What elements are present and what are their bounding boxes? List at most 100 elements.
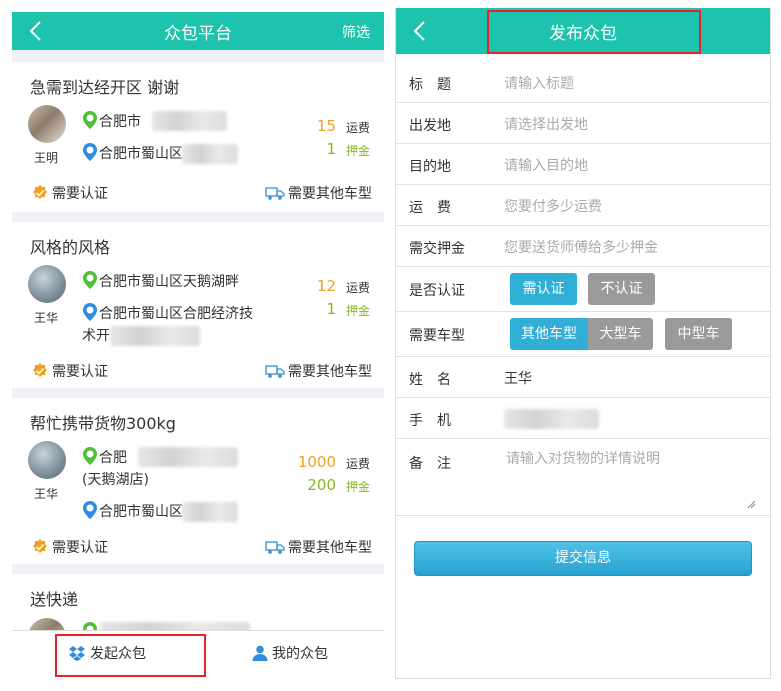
deposit-row: 需交押金 您要送货师傅给多少押金 xyxy=(396,226,770,267)
note-label: 备 注 xyxy=(409,456,451,472)
deposit-value: 1 xyxy=(326,300,336,318)
verified-icon xyxy=(33,363,47,377)
note-row: 备 注 请输入对货物的详情说明 xyxy=(396,439,770,516)
auth-badge: 需要认证 xyxy=(32,537,108,557)
car-type: 需要其他车型 xyxy=(265,183,372,203)
my-crowdsource-button[interactable]: 我的众包 xyxy=(252,643,328,663)
truck-icon xyxy=(265,541,285,554)
destination-location: 合肥市蜀山区 xyxy=(99,504,183,520)
car-medium-option[interactable]: 中型车 xyxy=(665,318,732,350)
user-icon xyxy=(252,645,268,661)
back-icon[interactable] xyxy=(410,19,432,43)
car-type-label: 需要其他车型 xyxy=(288,364,372,380)
destination-pin-icon xyxy=(83,303,97,321)
destination-pin-icon xyxy=(83,501,97,519)
auth-label: 需要认证 xyxy=(52,540,108,556)
task-card[interactable]: 急需到达经开区 谢谢 王明 合肥市 合肥市蜀山区 15 运费 1 押金 需要认证… xyxy=(12,62,384,212)
car-large-option[interactable]: 大型车 xyxy=(588,318,653,350)
verified-icon xyxy=(33,539,47,553)
task-card[interactable]: 风格的风格 王华 合肥市蜀山区天鹅湖畔 合肥市蜀山区合肥经济技 术开 12 运费… xyxy=(12,222,384,388)
back-icon[interactable] xyxy=(26,19,48,43)
auth-not-required-option[interactable]: 不认证 xyxy=(588,273,655,305)
destination-location: 合肥市蜀山区合肥经济技 xyxy=(99,306,253,322)
task-title: 送快递 xyxy=(30,590,79,609)
task-card[interactable]: 帮忙携带货物300kg 王华 合肥 (天鹅湖店) 合肥市蜀山区 1000 运费 … xyxy=(12,398,384,564)
page-title: 众包平台 xyxy=(164,23,232,44)
user-name: 王华 xyxy=(34,311,59,325)
deposit-unit: 押金 xyxy=(345,480,370,494)
crowdsource-list-screen: 众包平台 筛选 急需到达经开区 谢谢 王明 合肥市 合肥市蜀山区 15 运费 1… xyxy=(12,12,384,678)
car-type-row: 需要车型 其他车型 大型车 中型车 xyxy=(396,312,770,357)
note-textarea[interactable]: 请输入对货物的详情说明 xyxy=(506,448,660,468)
avatar xyxy=(28,265,66,303)
auth-row: 是否认证 需认证 不认证 xyxy=(396,267,770,312)
origin-pin-icon xyxy=(83,447,97,465)
origin-location: 合肥市蜀山区天鹅湖畔 xyxy=(99,274,239,290)
task-card[interactable]: 送快递 xyxy=(12,574,384,656)
task-title: 急需到达经开区 谢谢 xyxy=(30,78,180,97)
deposit-value: 1 xyxy=(326,140,336,158)
submit-button[interactable]: 提交信息 xyxy=(414,541,752,576)
avatar xyxy=(28,441,66,479)
blurred-address xyxy=(182,502,238,522)
car-type-label: 需要其他车型 xyxy=(288,186,372,202)
destination-location: 合肥市蜀山区 xyxy=(99,146,183,162)
origin-row: 出发地 请选择出发地 xyxy=(396,103,770,144)
origin-pin-icon xyxy=(83,111,97,129)
mine-label: 我的众包 xyxy=(272,646,328,662)
task-title: 风格的风格 xyxy=(30,238,111,257)
avatar xyxy=(28,105,66,143)
user-name: 王明 xyxy=(34,151,59,165)
origin-location: 合肥市 xyxy=(99,114,141,130)
name-label: 姓 名 xyxy=(409,372,451,388)
name-input[interactable]: 王华 xyxy=(504,368,532,388)
blurred-address xyxy=(182,144,238,164)
car-type: 需要其他车型 xyxy=(265,537,372,557)
car-type-label: 需要车型 xyxy=(409,328,465,344)
destination-input[interactable]: 请输入目的地 xyxy=(504,155,588,175)
fee-unit: 运费 xyxy=(345,121,370,135)
origin-input[interactable]: 请选择出发地 xyxy=(504,114,588,134)
car-other-option[interactable]: 其他车型 xyxy=(510,318,588,350)
car-type-label: 需要其他车型 xyxy=(288,540,372,556)
fee-unit: 运费 xyxy=(345,281,370,295)
phone-input[interactable] xyxy=(504,409,599,429)
origin-location: 合肥 xyxy=(99,450,127,466)
title-input[interactable]: 请输入标题 xyxy=(504,73,574,93)
auth-label: 需要认证 xyxy=(52,186,108,202)
fee-row: 运 费 您要付多少运费 xyxy=(396,185,770,226)
task-title: 帮忙携带货物300kg xyxy=(30,414,176,433)
deposit-input[interactable]: 您要送货师傅给多少押金 xyxy=(504,237,658,257)
origin-pin-icon xyxy=(83,271,97,289)
filter-button[interactable]: 筛选 xyxy=(342,22,370,42)
resize-handle-icon[interactable] xyxy=(746,499,756,509)
publish-form-screen: 发布众包 标 题 请输入标题 出发地 请选择出发地 目的地 请输入目的地 运 费… xyxy=(395,8,771,679)
auth-required-option[interactable]: 需认证 xyxy=(510,273,577,305)
fee-value: 1000 xyxy=(297,453,336,471)
blurred-address xyxy=(138,447,238,467)
highlight-box xyxy=(55,634,206,677)
highlight-box xyxy=(487,10,701,54)
deposit-unit: 押金 xyxy=(345,304,370,318)
destination-label: 目的地 xyxy=(409,159,451,175)
title-row: 标 题 请输入标题 xyxy=(396,62,770,103)
destination-location-cont: 术开 xyxy=(82,328,110,344)
deposit-label: 需交押金 xyxy=(409,241,465,257)
destination-row: 目的地 请输入目的地 xyxy=(396,144,770,185)
fee-unit: 运费 xyxy=(345,457,370,471)
truck-icon xyxy=(265,365,285,378)
fee-input[interactable]: 您要付多少运费 xyxy=(504,196,602,216)
car-type: 需要其他车型 xyxy=(265,361,372,381)
phone-label: 手 机 xyxy=(409,413,451,429)
truck-icon xyxy=(265,187,285,200)
origin-location-cont: (天鹅湖店) xyxy=(82,472,149,488)
blurred-address xyxy=(110,326,200,346)
auth-label: 是否认证 xyxy=(409,283,465,299)
auth-badge: 需要认证 xyxy=(32,183,108,203)
phone-row: 手 机 xyxy=(396,398,770,439)
blurred-address xyxy=(152,111,227,131)
auth-label: 需要认证 xyxy=(52,364,108,380)
fee-value: 12 xyxy=(316,277,336,295)
title-label: 标 题 xyxy=(409,77,451,93)
origin-label: 出发地 xyxy=(409,118,451,134)
